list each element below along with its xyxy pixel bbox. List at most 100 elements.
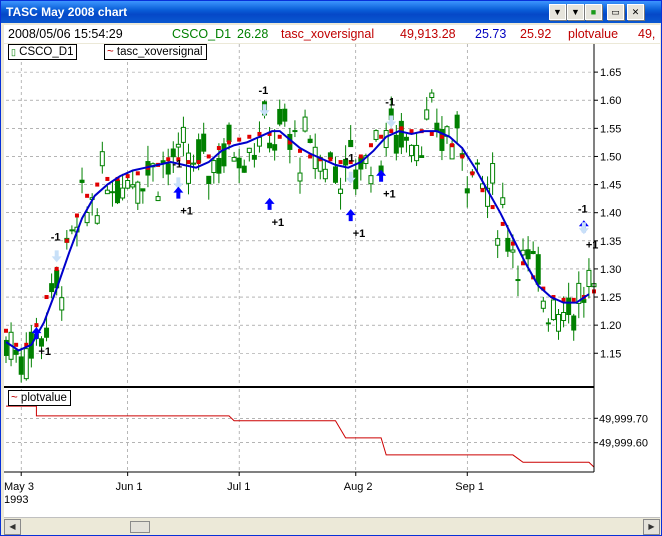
down-arrow-icon: [259, 104, 270, 117]
title-bar: TASC May 2008 chart ▼ ▼ ■ ▭ ✕: [1, 1, 661, 23]
red-dot: [216, 146, 221, 151]
red-dot: [54, 266, 59, 271]
y-tick-label: 1.25: [600, 292, 621, 304]
candle-body: [23, 348, 29, 380]
legend-indicator: ~ tasc_xoversignal: [104, 44, 207, 60]
signal-label: +1: [180, 206, 193, 218]
dropdown-button[interactable]: ▼: [549, 4, 566, 20]
candle-body: [180, 126, 186, 143]
scroll-right-icon[interactable]: ▶: [643, 519, 660, 535]
candle-body: [429, 92, 435, 98]
candle-body: [79, 179, 85, 183]
candle-body: [515, 279, 521, 282]
candle-body: [18, 356, 24, 375]
red-dot: [196, 160, 201, 165]
x-tick-label: Jun 1: [116, 481, 143, 493]
red-dot: [460, 154, 465, 159]
window-title: TASC May 2008 chart: [6, 5, 128, 19]
status-button[interactable]: ■: [585, 4, 602, 20]
candle-body: [403, 136, 409, 141]
candle-body: [196, 139, 202, 163]
candle-body: [130, 184, 136, 188]
scroll-left-icon[interactable]: ◀: [4, 519, 21, 535]
candle-body: [206, 175, 212, 185]
candle-body: [464, 188, 470, 194]
down-arrow-icon: [578, 222, 589, 235]
y-tick-label: 1.60: [600, 95, 621, 107]
candle-body: [221, 143, 227, 167]
candle-body: [226, 124, 232, 143]
candle-body: [84, 212, 90, 224]
red-dot: [64, 238, 69, 243]
restore-button[interactable]: ▭: [607, 4, 624, 20]
dropdown2-button[interactable]: ▼: [567, 4, 584, 20]
candle-body: [256, 136, 262, 147]
red-dot: [125, 174, 130, 179]
candle-body: [409, 144, 415, 157]
horizontal-scrollbar[interactable]: ◀ ▶: [4, 517, 660, 535]
scroll-thumb[interactable]: [130, 521, 150, 533]
candle-body: [211, 160, 217, 174]
candle-body: [434, 122, 440, 131]
candle-body: [393, 134, 399, 154]
info-indicator: tasc_xoversignal: [281, 27, 375, 41]
red-dot: [480, 188, 485, 193]
red-dot: [34, 323, 39, 328]
candles: [4, 89, 597, 383]
y-tick-label: 1.20: [600, 320, 621, 332]
candle-body: [561, 312, 567, 322]
x-tick-label: Aug 2: [344, 481, 373, 493]
candle-body: [115, 179, 121, 204]
candle-body: [267, 142, 273, 149]
close-button[interactable]: ✕: [627, 4, 644, 20]
y-tick-label: 1.55: [600, 123, 621, 135]
candle-body: [292, 130, 298, 133]
candle-body: [125, 180, 131, 189]
candle-body: [140, 188, 146, 192]
candle-body: [545, 322, 551, 325]
x-year-label: 1993: [4, 494, 28, 506]
candle-body: [414, 144, 420, 162]
red-dot: [166, 157, 171, 162]
candle-body: [175, 143, 181, 148]
candle-body: [297, 172, 303, 182]
signal-label: +1: [353, 228, 366, 240]
red-dot: [379, 134, 384, 139]
y-tick-label: 1.15: [600, 348, 621, 360]
candle-body: [170, 148, 176, 158]
x-tick-label: Jul 1: [227, 481, 250, 493]
candle-body: [505, 237, 511, 252]
candle-body: [525, 249, 531, 260]
info-plot-trunc: 49,: [638, 27, 656, 41]
main-grid: [6, 44, 594, 387]
up-arrow-icon: [376, 169, 387, 182]
up-arrow-icon: [264, 197, 275, 210]
chart-area[interactable]: +1 -1 -1 +1 +1 -1 -1 +1 +1 -1 +1 -1 1.65 1.60 1.55 1.5…: [4, 44, 660, 517]
candle-body: [586, 269, 592, 288]
price-chart[interactable]: +1-1-1+1+1-1-1+1+1-1+1-1 1.651.601.551.5…: [4, 44, 660, 517]
candle-body: [556, 314, 562, 332]
candle-body: [566, 297, 572, 316]
sub-y-tick-label: 49,999.70: [599, 413, 648, 425]
info-ind-v3: 25.92: [520, 27, 552, 41]
candle-body: [231, 156, 237, 162]
candle-body: [312, 146, 318, 170]
red-dot: [277, 134, 282, 139]
candle-body: [535, 254, 541, 285]
candle-body: [398, 120, 404, 148]
candle-body: [165, 163, 171, 175]
info-plot-name: plotvalue: [568, 27, 619, 41]
y-tick-label: 1.50: [600, 151, 621, 163]
red-dot: [328, 157, 333, 162]
candle-body: [540, 300, 546, 309]
info-ind-v2: 25.73: [475, 27, 507, 41]
red-dot: [399, 126, 404, 131]
axes: 1.65 1.60 1.55 1.50 1.45 1.40 1.35 1.30 1.25 1.20…: [4, 44, 648, 506]
candle-body: [109, 191, 115, 194]
red-dot: [470, 171, 475, 176]
candle-body: [277, 108, 283, 125]
red-dot: [358, 154, 363, 159]
line-legend-icon: ~: [107, 46, 114, 58]
candle-body: [241, 165, 247, 173]
sub-line-legend-icon: ~: [11, 392, 18, 404]
